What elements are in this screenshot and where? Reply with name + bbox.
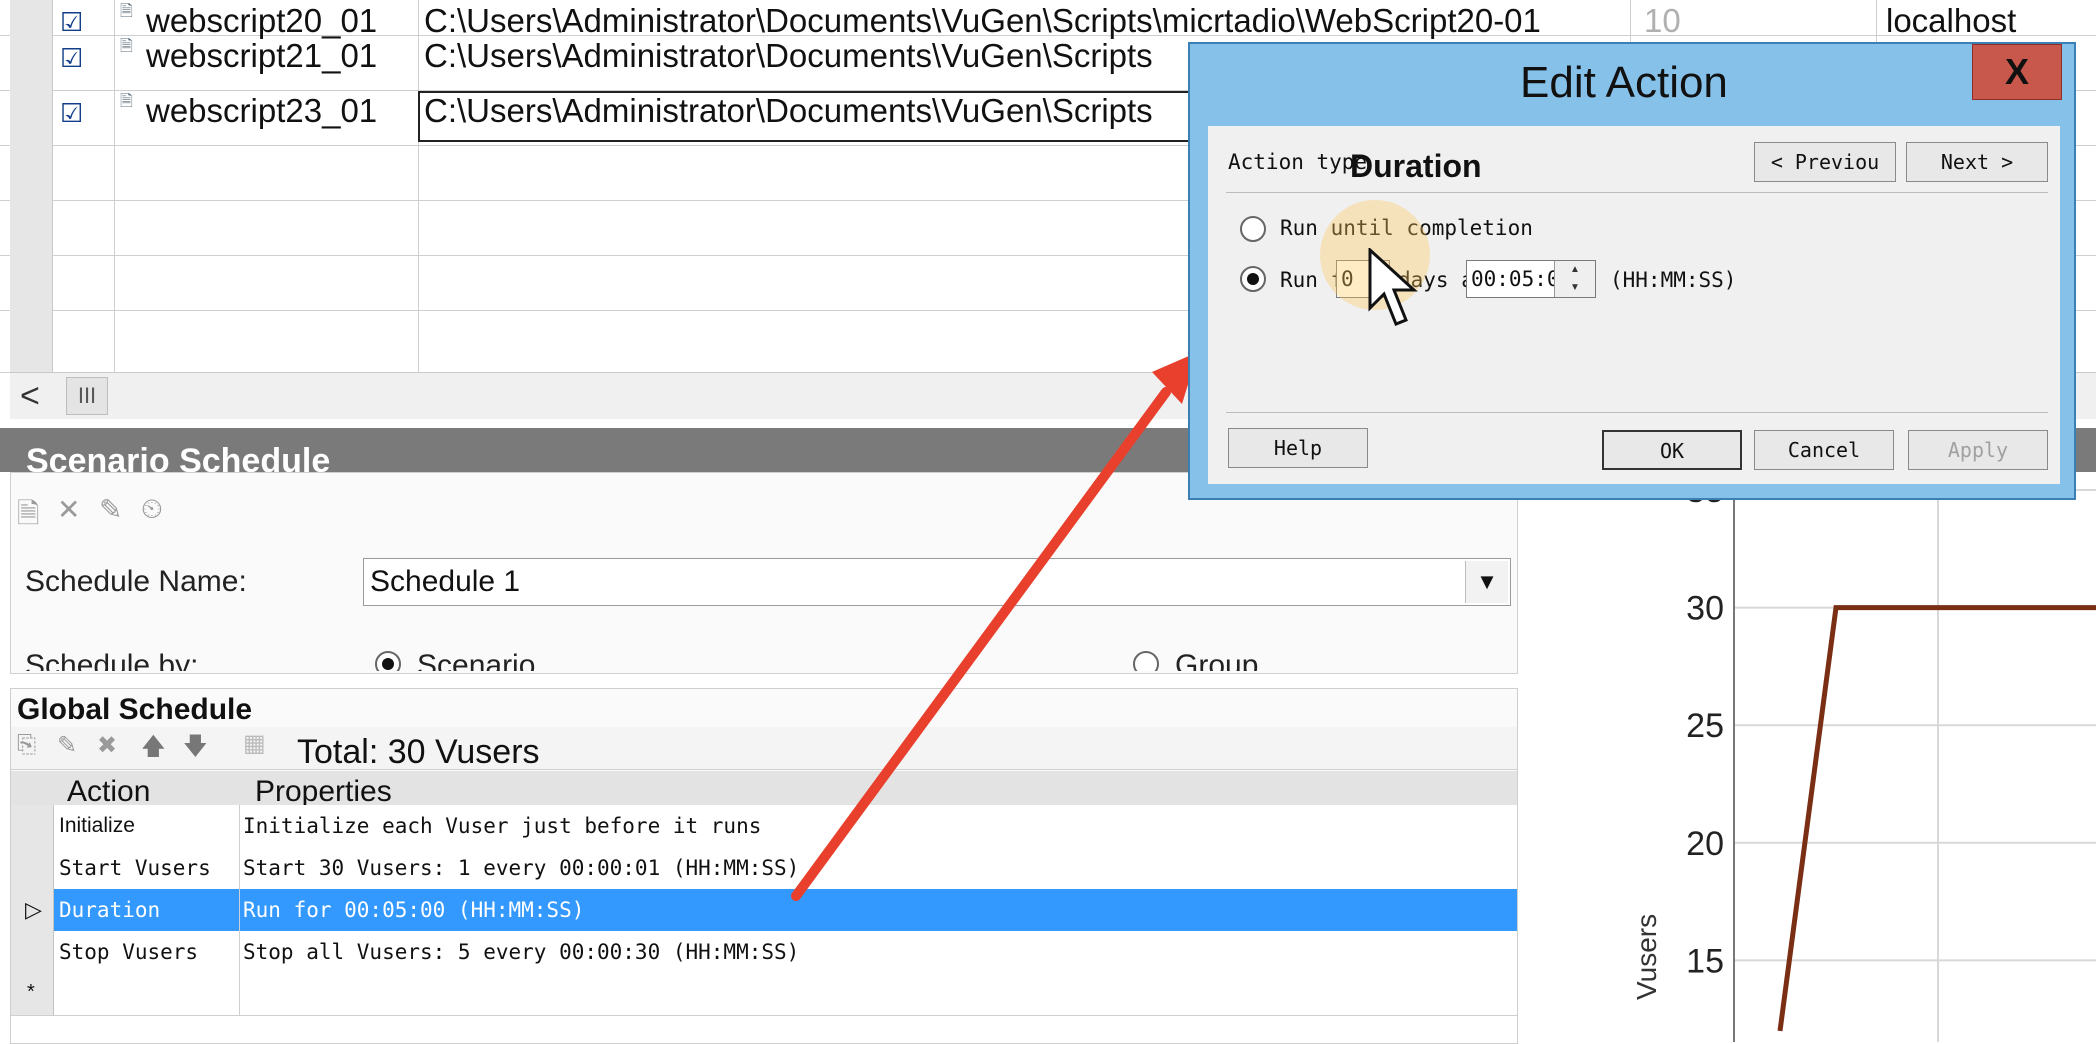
edit-action-dialog: Edit Action X Action type Duration < Pre…	[1188, 42, 2076, 500]
run-for-radio[interactable]	[1240, 266, 1266, 292]
previous-button[interactable]: < Previou	[1754, 142, 1896, 182]
ok-button[interactable]: OK	[1602, 430, 1742, 470]
run-until-completion-radio[interactable]	[1240, 216, 1266, 242]
next-button[interactable]: Next >	[1906, 142, 2048, 182]
time-value: 00:05:0	[1471, 267, 1555, 291]
apply-button[interactable]: Apply	[1908, 430, 2048, 470]
dialog-title: Edit Action	[1520, 58, 1728, 107]
close-button[interactable]: X	[1972, 44, 2062, 100]
spin-icon[interactable]: ▲▼	[1554, 261, 1595, 297]
mouse-cursor-icon	[1368, 248, 1418, 326]
action-type-label: Action type	[1228, 150, 1368, 174]
help-button[interactable]: Help	[1228, 428, 1368, 468]
time-format-label: (HH:MM:SS)	[1610, 268, 1737, 292]
dialog-body: Action type Duration < Previou Next > Ru…	[1208, 126, 2060, 484]
cancel-button[interactable]: Cancel	[1754, 430, 1894, 470]
action-type-value: Duration	[1350, 148, 1482, 184]
time-stepper[interactable]: 00:05:0 ▲ ▼	[1466, 260, 1596, 298]
